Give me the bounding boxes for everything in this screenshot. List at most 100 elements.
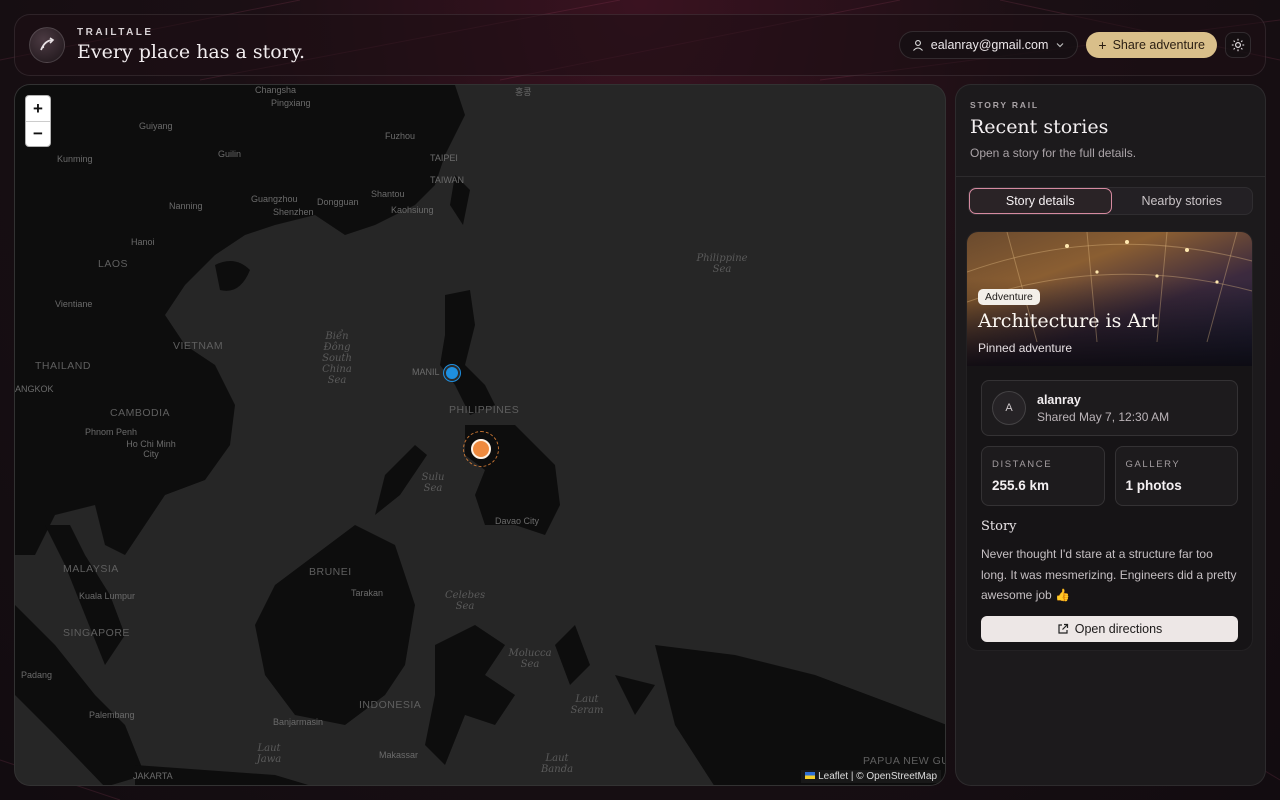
map-label-sulu-sea: Sulu Sea xyxy=(421,472,445,494)
story-body: Never thought I'd stare at a structure f… xyxy=(981,547,1237,602)
map-label-laos: LAOS xyxy=(98,258,129,270)
map-label-laut-banda: Laut Banda xyxy=(540,753,574,775)
plus-icon: + xyxy=(1098,37,1107,53)
map-label-guangzhou: Guangzhou xyxy=(251,194,298,204)
current-location-marker[interactable] xyxy=(444,365,460,381)
story-hero[interactable]: Adventure Architecture is Art Pinned adv… xyxy=(967,232,1252,366)
zoom-in-button[interactable]: + xyxy=(26,96,50,121)
map-label-vientiane: Vientiane xyxy=(55,299,93,309)
map-label-brunei: BRUNEI xyxy=(309,566,352,578)
story-rail-header: STORY RAIL Recent stories Open a story f… xyxy=(956,85,1265,177)
attribution-text: Leaflet | © OpenStreetMap xyxy=(818,771,937,782)
trail-logo-icon xyxy=(40,37,55,51)
map-label-guiyang: Guiyang xyxy=(139,121,173,131)
gallery-stat[interactable]: GALLERY 1 photos xyxy=(1114,446,1238,506)
map-label-padang: Padang xyxy=(21,670,53,680)
share-adventure-label: Share adventure xyxy=(1112,38,1205,52)
account-email: ealanray@gmail.com xyxy=(930,38,1049,52)
author-text: alanray Shared May 7, 12:30 AM xyxy=(1037,393,1169,424)
gallery-label: GALLERY xyxy=(1125,459,1181,470)
shared-date: Shared May 7, 12:30 AM xyxy=(1037,409,1170,424)
account-menu-button[interactable]: ealanray@gmail.com xyxy=(898,31,1079,59)
app-header: TRAILTALE Every place has a story. ealan… xyxy=(14,14,1266,76)
map-label-cambodia: CAMBODIA xyxy=(110,407,171,419)
map-label-papua: PAPUA NEW GUINEA xyxy=(863,755,945,767)
map-label-taipei: TAIPEI xyxy=(430,153,458,163)
map-label-makassar: Makassar xyxy=(379,750,419,760)
map-label-banjarmasin: Banjarmasin xyxy=(273,717,324,727)
map-attribution[interactable]: Leaflet | © OpenStreetMap xyxy=(801,770,941,783)
ukraine-flag-icon xyxy=(805,772,816,779)
map-label-kunming: Kunming xyxy=(57,154,93,164)
map-label-ho-chi-minh: Ho Chi Minh City xyxy=(126,439,176,459)
map-label-indonesia: INDONESIA xyxy=(359,699,422,711)
map-label-singapore: SINGAPORE xyxy=(63,627,130,639)
map-view[interactable]: + − Changsha Pingxiang 홍콩 Guiyang Fuzhou… xyxy=(14,84,946,786)
theme-toggle-button[interactable] xyxy=(1225,32,1251,58)
story-marker-dot xyxy=(471,439,491,459)
story-marker[interactable] xyxy=(463,431,499,467)
map-label-malaysia: MALAYSIA xyxy=(63,563,119,575)
map-label-guilin: Guilin xyxy=(218,149,242,159)
map-label-laut-seram: Laut Seram xyxy=(570,694,604,716)
map-label-thailand: THAILAND xyxy=(35,360,91,372)
rail-title: Recent stories xyxy=(970,116,1109,138)
author-name: alanray xyxy=(1037,392,1081,407)
brand-tagline: Every place has a story. xyxy=(77,41,306,63)
map-label-davao: Davao City xyxy=(495,516,540,526)
map-label-phnom-penh: Phnom Penh xyxy=(85,427,138,437)
map-label-pingxiang: Pingxiang xyxy=(271,98,311,108)
brand-name: TRAILTALE xyxy=(77,27,154,38)
rail-subtitle: Open a story for the full details. xyxy=(970,146,1137,160)
map-label-molucca-sea: Molucca Sea xyxy=(508,648,552,670)
map-label-top: 홍콩 xyxy=(515,87,532,97)
map-label-laut-jawa: Laut Jawa xyxy=(256,743,282,765)
rail-eyebrow: STORY RAIL xyxy=(970,100,1039,110)
user-icon xyxy=(912,40,923,51)
map-label-dongguan: Dongguan xyxy=(317,197,359,207)
map-label-kaohsiung: Kaohsiung xyxy=(391,205,434,215)
map-label-hanoi: Hanoi xyxy=(131,237,155,247)
story-card: Adventure Architecture is Art Pinned adv… xyxy=(966,231,1253,651)
map-label-philippine-sea: Philippine Sea xyxy=(696,253,748,275)
gallery-value: 1 photos xyxy=(1125,478,1182,493)
map-label-changsha: Changsha xyxy=(255,85,297,95)
story-rail: STORY RAIL Recent stories Open a story f… xyxy=(955,84,1266,786)
map-label-jakarta: JAKARTA xyxy=(133,771,173,781)
map-zoom-control: + − xyxy=(25,95,51,147)
story-category-badge: Adventure xyxy=(978,289,1040,305)
tab-story-details[interactable]: Story details xyxy=(969,188,1112,214)
brand-block: TRAILTALE Every place has a story. xyxy=(77,27,305,63)
story-heading: Story xyxy=(981,519,1017,534)
zoom-out-button[interactable]: − xyxy=(26,121,50,146)
map-label-taiwan: TAIWAN xyxy=(430,175,464,185)
distance-label: DISTANCE xyxy=(992,459,1053,470)
map-label-kuala-lumpur: Kuala Lumpur xyxy=(79,591,136,601)
map-label-shenzhen: Shenzhen xyxy=(273,207,314,217)
external-link-icon xyxy=(1058,623,1068,634)
share-adventure-button[interactable]: + Share adventure xyxy=(1086,32,1217,58)
map-label-bien-dong: Biển Đông South China Sea xyxy=(322,331,352,386)
map-label-manila: MANIL xyxy=(412,367,440,377)
story-author: A alanray Shared May 7, 12:30 AM xyxy=(981,380,1238,436)
map-label-philippines: PHILIPPINES xyxy=(449,404,520,416)
story-title: Architecture is Art xyxy=(978,310,1158,332)
map-label-nanning: Nanning xyxy=(169,201,203,211)
chevron-down-icon xyxy=(1056,43,1064,48)
rail-tabs: Story details Nearby stories xyxy=(968,187,1253,215)
open-directions-label: Open directions xyxy=(1074,621,1163,636)
distance-value: 255.6 km xyxy=(992,478,1050,493)
distance-stat: DISTANCE 255.6 km xyxy=(981,446,1105,506)
map-label-palembang: Palembang xyxy=(89,710,135,720)
tab-nearby-stories[interactable]: Nearby stories xyxy=(1112,188,1253,214)
avatar: A xyxy=(992,391,1026,425)
story-stats: DISTANCE 255.6 km GALLERY 1 photos xyxy=(981,446,1238,506)
brand-logo[interactable] xyxy=(29,27,65,63)
map-label-bangkok: ANGKOK xyxy=(15,384,54,394)
map-label-tarakan: Tarakan xyxy=(351,588,384,598)
map-label-fuzhou: Fuzhou xyxy=(385,131,416,141)
sun-icon xyxy=(1231,38,1245,52)
open-directions-button[interactable]: Open directions xyxy=(981,615,1238,642)
map-label-shantou: Shantou xyxy=(371,189,405,199)
map-label-celebes-sea: Celebes Sea xyxy=(445,590,486,612)
